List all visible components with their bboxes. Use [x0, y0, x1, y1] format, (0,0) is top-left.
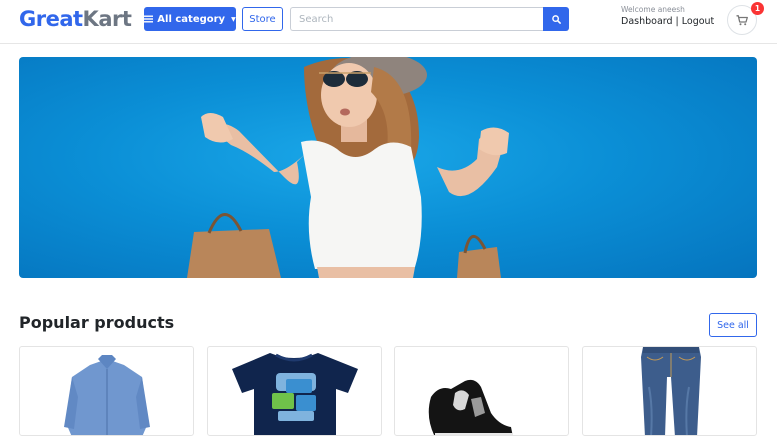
- cart-count-badge: 1: [751, 2, 764, 15]
- product-card-shirt[interactable]: [19, 346, 194, 436]
- logo-part-great: Great: [19, 7, 83, 31]
- woman-with-shopping-bags-image: [187, 57, 509, 278]
- search-input[interactable]: [290, 7, 543, 31]
- navy-graphic-tshirt-image: [232, 353, 358, 435]
- caret-down-icon: ▼: [231, 15, 236, 23]
- link-separator: |: [675, 16, 679, 27]
- menu-icon: [144, 15, 154, 23]
- brand-logo[interactable]: GreatKart: [19, 6, 132, 32]
- store-button[interactable]: Store: [242, 7, 283, 31]
- logo-part-kart: Kart: [82, 7, 132, 31]
- hero-banner[interactable]: [19, 57, 757, 278]
- product-card-tshirt[interactable]: [207, 346, 382, 436]
- user-links: Dashboard | Logout: [621, 16, 714, 27]
- all-category-label: All category: [157, 13, 226, 25]
- popular-products-heading: Popular products: [19, 313, 175, 332]
- shopping-cart-icon: [736, 14, 748, 25]
- product-card-jeans[interactable]: [582, 346, 757, 436]
- welcome-text: Welcome aneesh: [621, 5, 685, 14]
- see-all-button[interactable]: See all: [709, 313, 757, 337]
- search-button[interactable]: [543, 7, 569, 31]
- search-icon: [551, 14, 561, 24]
- blue-jeans-image: [641, 347, 701, 435]
- all-category-button[interactable]: All category ▼: [144, 7, 236, 31]
- site-header: GreatKart All category ▼ Store Welcome a…: [0, 0, 777, 44]
- dashboard-link[interactable]: Dashboard: [621, 16, 673, 27]
- black-sneaker-image: [428, 379, 513, 435]
- product-card-sneaker[interactable]: [394, 346, 569, 436]
- logout-link[interactable]: Logout: [682, 16, 715, 27]
- blue-shirt-image: [64, 355, 150, 435]
